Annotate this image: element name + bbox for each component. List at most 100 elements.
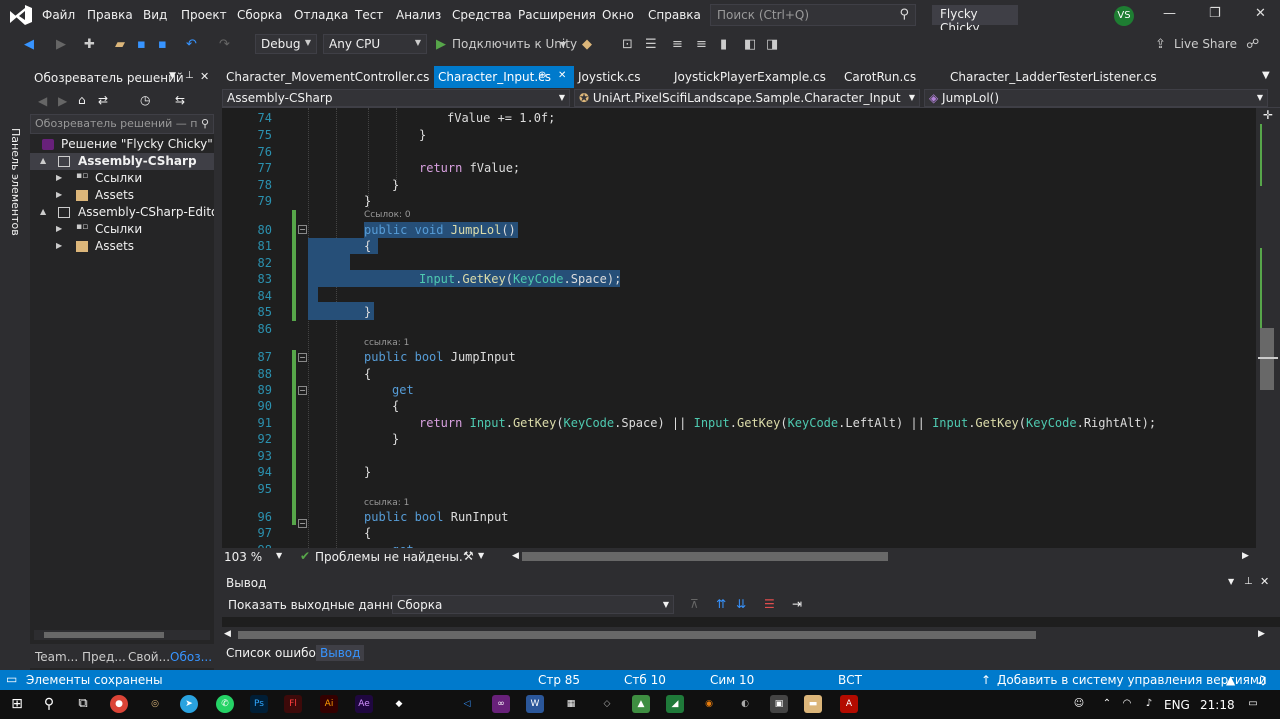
people-icon[interactable]: ☺ — [1070, 695, 1088, 713]
collapsed-icon[interactable]: ▶ — [56, 224, 62, 233]
refresh-icon[interactable]: ⇆ — [175, 93, 185, 107]
step-icon[interactable]: ⊡ — [622, 37, 633, 52]
steam-icon[interactable]: ◎ — [146, 695, 164, 713]
new-project-icon[interactable]: ✚ — [84, 37, 95, 52]
vscode-icon[interactable]: ◁ — [458, 695, 476, 713]
status-column[interactable]: Стб 10 — [624, 673, 666, 687]
notification-bell-icon[interactable]: ♫ — [1256, 673, 1267, 687]
collapse-toggle-icon[interactable]: − — [298, 353, 307, 362]
home-icon[interactable]: ⌂ — [78, 93, 86, 107]
chevron-down-icon[interactable]: ▼ — [560, 40, 566, 49]
solution-search-input[interactable]: Обозреватель решений — п ⚲ — [30, 114, 214, 134]
tab-solution-explorer[interactable]: Обоз... — [170, 650, 212, 664]
app-icon[interactable]: ▣ — [770, 695, 788, 713]
chevron-up-icon[interactable]: ▲ — [1226, 673, 1235, 687]
chevron-down-icon[interactable]: ▼ — [276, 551, 282, 560]
scroll-right-icon[interactable]: ▶ — [1242, 551, 1249, 561]
collapsed-icon[interactable]: ▶ — [56, 190, 62, 199]
tab-character-input[interactable]: Character_Input.cs ⊕ ✕ — [434, 66, 574, 88]
output-horizontal-scrollbar[interactable]: ◀ ▶ — [222, 627, 1280, 643]
tree-item-assembly-csharp[interactable]: ▲ Assembly-CSharp — [30, 153, 214, 170]
forward-icon[interactable]: ▶ — [56, 37, 66, 52]
tool-icon[interactable]: ◆ — [582, 37, 592, 52]
language-indicator[interactable]: ENG — [1164, 698, 1190, 712]
open-folder-icon[interactable]: ▰ — [115, 37, 125, 52]
split-icon[interactable]: ✛ — [1263, 108, 1273, 122]
prev-message-icon[interactable]: ⇈ — [716, 597, 726, 611]
forward-icon[interactable]: ▶ — [58, 94, 67, 108]
member-select[interactable]: ◈ JumpLol() ▼ — [924, 89, 1268, 107]
bookmark-prev-icon[interactable]: ◧ — [744, 37, 756, 52]
list-icon[interactable]: ☰ — [645, 37, 657, 52]
pin-icon[interactable]: ⊥ — [185, 70, 194, 81]
illustrator-icon[interactable]: Ai — [320, 695, 338, 713]
tree-item-references[interactable]: ▶ ▪▫ Ссылки — [30, 221, 214, 238]
attach-unity-button[interactable]: Подключить к Unity — [452, 37, 577, 51]
acrobat-icon[interactable]: A — [840, 695, 858, 713]
search-icon[interactable]: ⚲ — [40, 695, 58, 713]
output-source-select[interactable]: Сборка ▼ — [392, 595, 674, 614]
find-message-icon[interactable]: ⊼ — [690, 597, 699, 611]
wifi-icon[interactable]: ◠ — [1118, 695, 1136, 713]
tab-preview[interactable]: Пред... — [82, 650, 126, 664]
code-lens-references[interactable]: ссылка: 1 — [364, 338, 409, 348]
save-icon[interactable]: ▪ — [137, 37, 146, 52]
unity-icon[interactable]: ◆ — [390, 695, 408, 713]
tree-item-assets[interactable]: ▶ Assets — [30, 187, 214, 204]
scrollbar-thumb[interactable] — [1260, 328, 1274, 390]
scroll-left-icon[interactable]: ◀ — [224, 629, 231, 639]
status-insert-mode[interactable]: ВСТ — [838, 673, 862, 687]
scroll-left-icon[interactable]: ◀ — [512, 551, 519, 561]
tree-item-solution[interactable]: Решение "Flycky Chicky" (про — [30, 136, 214, 153]
app-icon[interactable]: ▲ — [632, 695, 650, 713]
tray-chevron-icon[interactable]: ⌃ — [1098, 695, 1116, 713]
chrome-icon[interactable]: ● — [110, 695, 128, 713]
collapsed-icon[interactable]: ▶ — [56, 173, 62, 182]
toolbox-side-tab[interactable]: Панель элементов — [0, 60, 30, 670]
menu-file[interactable]: Файл — [42, 8, 75, 22]
save-all-icon[interactable]: ▪ — [158, 37, 167, 52]
tree-item-assets[interactable]: ▶ Assets — [30, 238, 214, 255]
code-lens-references[interactable]: Ссылок: 0 — [364, 210, 411, 220]
menu-test[interactable]: Тест — [355, 8, 383, 22]
close-panel-icon[interactable]: ✕ — [1260, 575, 1269, 588]
bookmark-next-icon[interactable]: ◨ — [766, 37, 778, 52]
minimize-icon[interactable]: — — [1163, 6, 1176, 21]
menu-debug[interactable]: Отладка — [294, 8, 348, 22]
pin-icon[interactable]: ⊥ — [1244, 576, 1253, 587]
zoom-level[interactable]: 103 % — [224, 550, 262, 564]
dropdown-icon[interactable]: ▼ — [169, 71, 176, 81]
pin-icon[interactable]: ⊕ — [538, 70, 546, 81]
visual-studio-icon[interactable]: ∞ — [492, 695, 510, 713]
clock[interactable]: 21:18 — [1200, 698, 1235, 712]
telegram-icon[interactable]: ➤ — [180, 695, 198, 713]
menu-view[interactable]: Вид — [143, 8, 167, 22]
menu-tools[interactable]: Средства — [452, 8, 512, 22]
back-icon[interactable]: ◀ — [24, 37, 34, 52]
platform-select[interactable]: Any CPU ▼ — [323, 34, 427, 54]
menu-project[interactable]: Проект — [181, 8, 227, 22]
close-icon[interactable]: ✕ — [558, 70, 566, 81]
word-icon[interactable]: W — [526, 695, 544, 713]
blender-icon[interactable]: ◉ — [700, 695, 718, 713]
tree-item-assembly-csharp-editor[interactable]: ▲ Assembly-CSharp-Editor — [30, 204, 214, 221]
menu-analyze[interactable]: Анализ — [396, 8, 441, 22]
live-share-icon[interactable]: ⇪ — [1155, 37, 1166, 52]
scroll-right-icon[interactable]: ▶ — [1258, 629, 1265, 639]
tab-list-dropdown-icon[interactable]: ▼ — [1262, 70, 1270, 81]
tab-team-explorer[interactable]: Team... — [35, 650, 78, 664]
volume-icon[interactable]: ♪ — [1140, 695, 1158, 713]
tab-character-movement[interactable]: Character_MovementController.cs — [222, 66, 434, 88]
tab-joystick-player-example[interactable]: JoystickPlayerExample.cs — [670, 66, 840, 88]
horizontal-scrollbar[interactable] — [34, 630, 210, 640]
expanded-icon[interactable]: ▲ — [40, 207, 46, 216]
status-char[interactable]: Сим 10 — [710, 673, 754, 687]
windows-start-icon[interactable]: ⊞ — [8, 695, 26, 713]
uncomment-icon[interactable]: ≡ — [696, 37, 707, 52]
tab-error-list[interactable]: Список ошибок — [222, 645, 327, 661]
scrollbar-thumb[interactable] — [238, 631, 1036, 639]
word-wrap-icon[interactable]: ⇥ — [792, 597, 802, 611]
action-center-icon[interactable]: ▭ — [1244, 695, 1262, 713]
redo-icon[interactable]: ↷ — [219, 37, 230, 52]
brush-icon[interactable]: ⚒ — [463, 549, 474, 563]
